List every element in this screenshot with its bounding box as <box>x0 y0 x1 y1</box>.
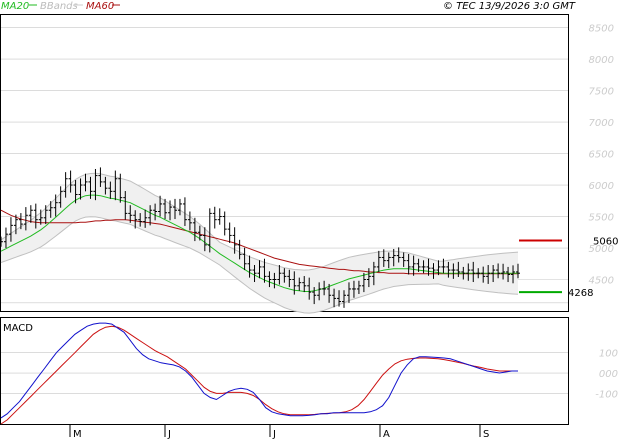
x-axis-month-label: M <box>73 429 82 440</box>
macd-y-tick-label: 100 <box>599 349 618 360</box>
support-level-label: 4268 <box>568 288 593 299</box>
macd-y-ticks: 100 000 -100 <box>595 349 618 401</box>
macd-panel-frame <box>0 317 569 425</box>
price-y-tick-label: 5500 <box>589 213 614 224</box>
macd-panel-title: MACD <box>3 323 33 334</box>
x-axis-month-label: S <box>483 429 489 440</box>
x-axis-month-label: J <box>167 429 171 440</box>
chart-root: MA20 BBands MA60 © TEC 13/9/2026 3:0 GMT… <box>0 1 618 440</box>
price-y-tick-label: 7000 <box>589 118 614 129</box>
legend-bbands-label: BBands <box>40 1 78 12</box>
price-y-tick-label: 6000 <box>589 181 614 192</box>
x-axis-month-label: J <box>272 429 276 440</box>
price-y-tick-label: 4500 <box>589 276 614 287</box>
price-y-tick-label: 8500 <box>589 24 614 35</box>
resistance-level-label: 5060 <box>593 236 618 247</box>
legend-ma20-label: MA20 <box>1 1 29 12</box>
macd-y-tick-label: -100 <box>595 389 618 400</box>
price-y-tick-label: 6500 <box>589 150 614 161</box>
x-axis: MJJAS <box>69 424 489 440</box>
legend: MA20 BBands MA60 <box>1 1 120 12</box>
x-axis-month-label: A <box>383 429 390 440</box>
price-y-tick-label: 7500 <box>589 87 614 98</box>
legend-ma60-label: MA60 <box>86 1 114 12</box>
macd-y-tick-label: 000 <box>599 369 618 380</box>
copyright-text: © TEC 13/9/2026 3:0 GMT <box>443 1 576 12</box>
price-y-tick-label: 8000 <box>589 55 614 66</box>
